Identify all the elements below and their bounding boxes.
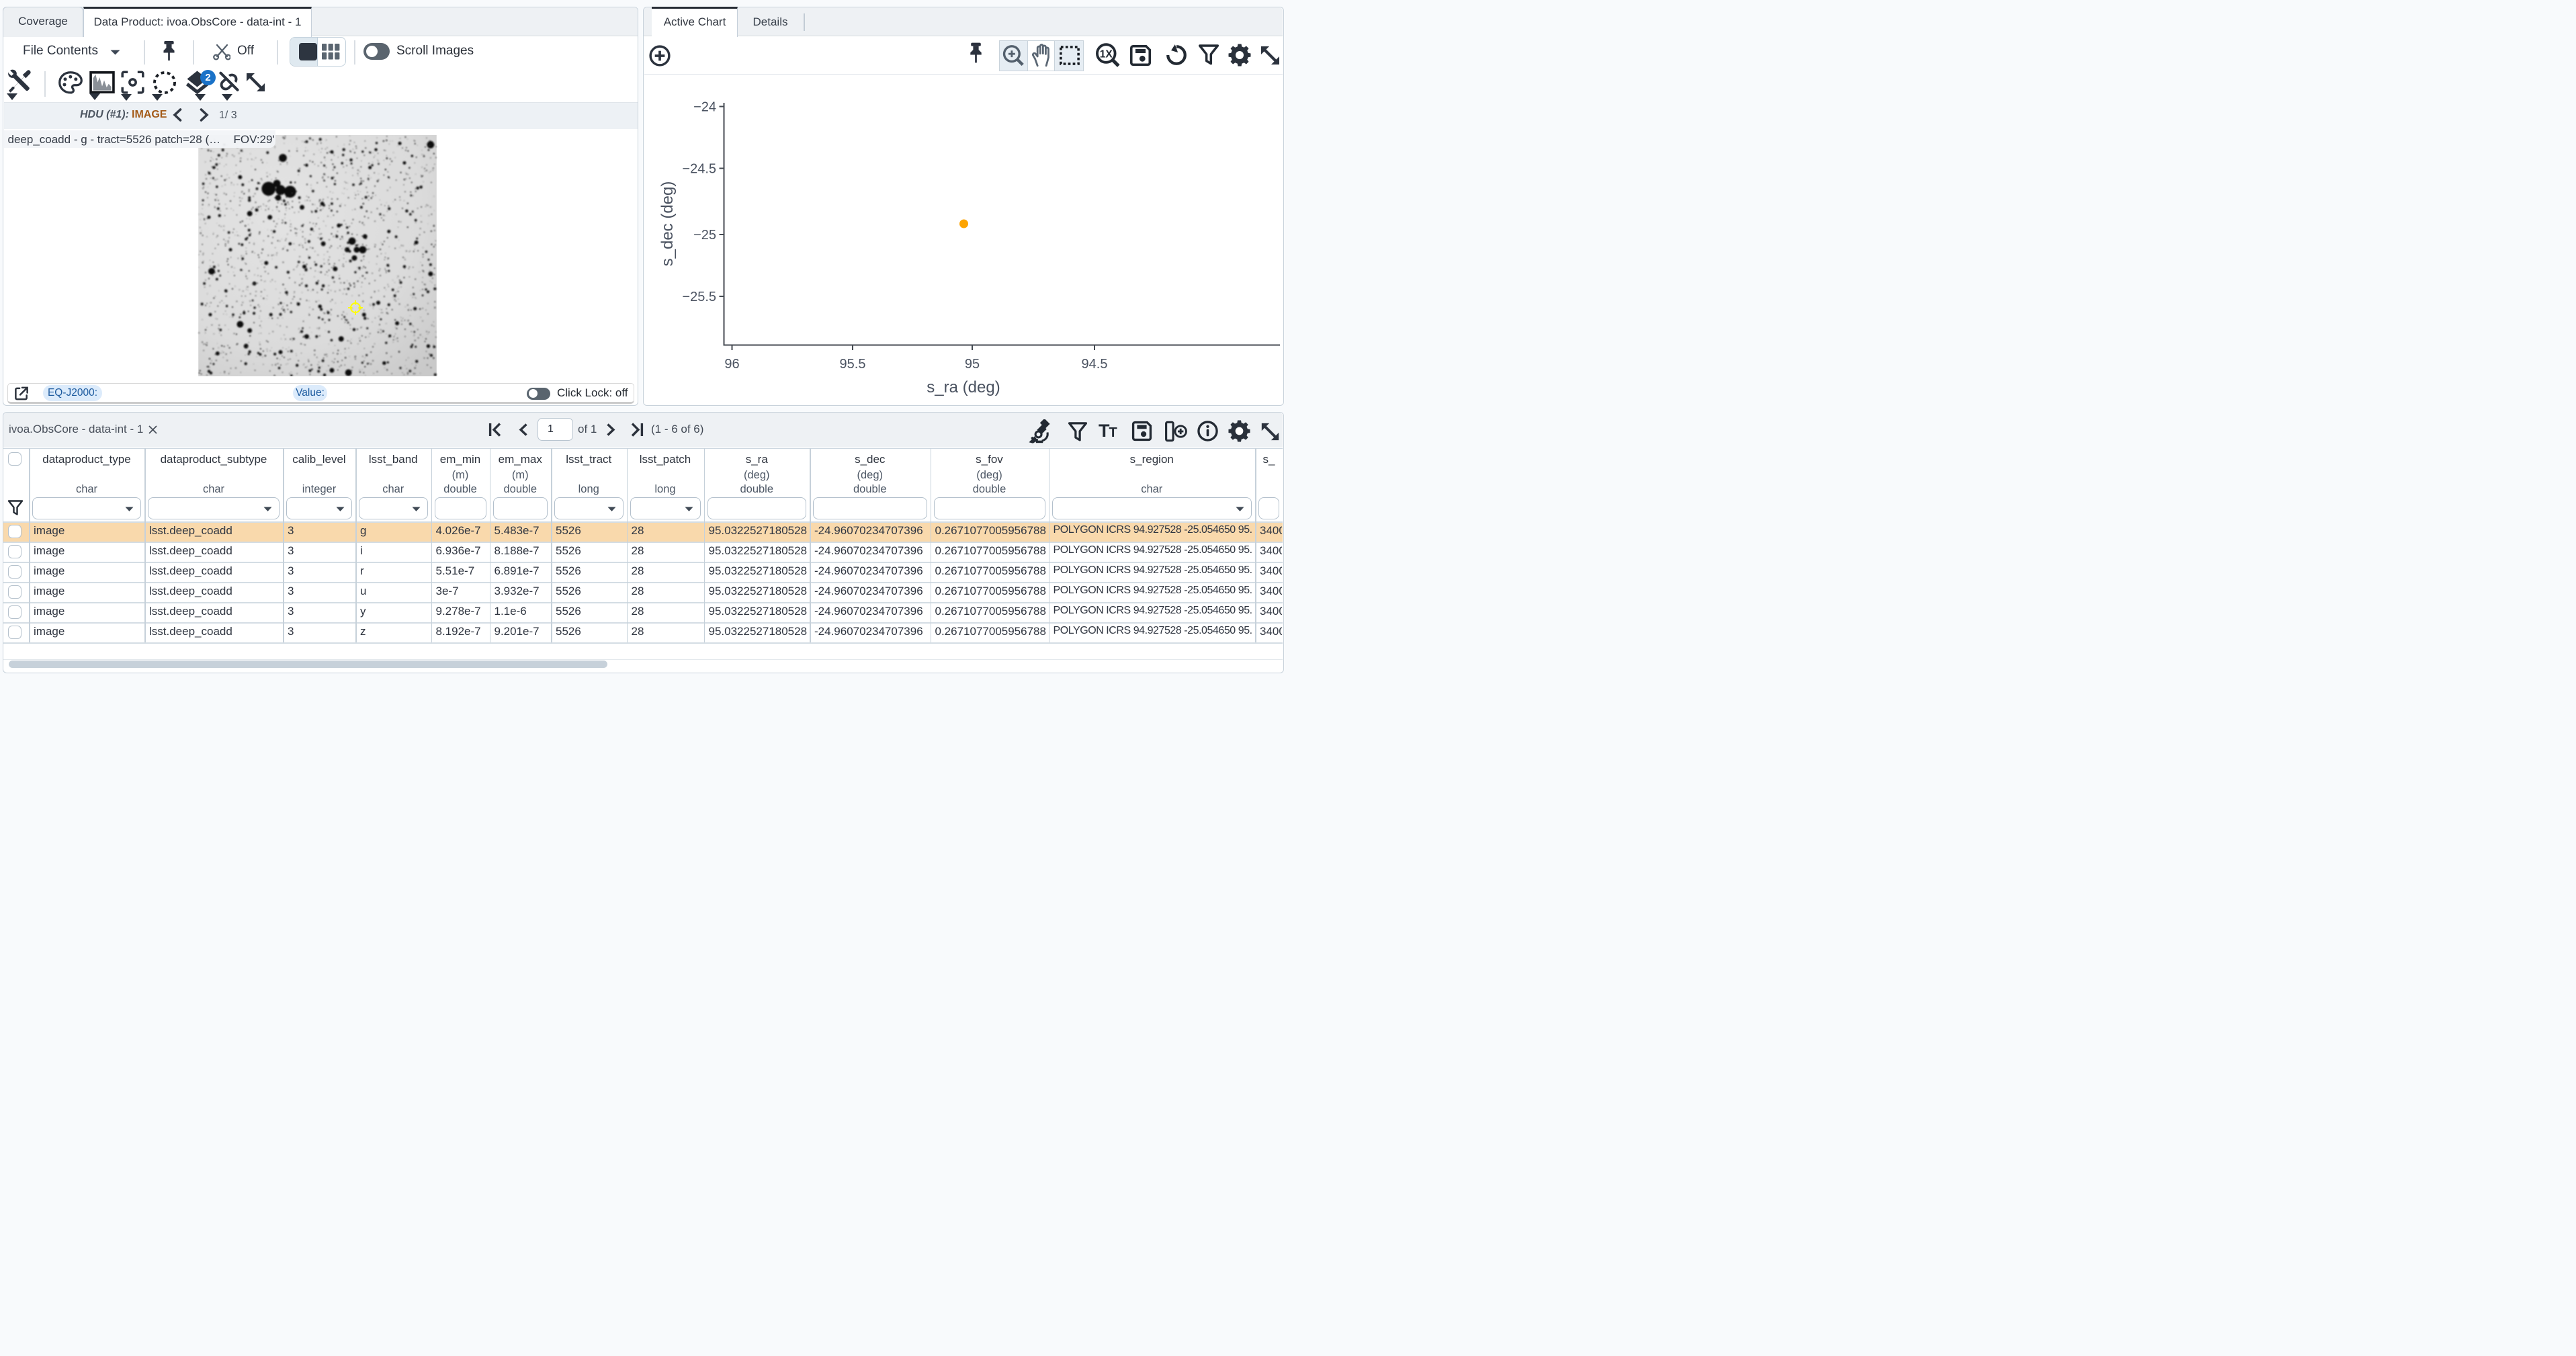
svg-text:−25.5: −25.5 xyxy=(682,290,716,304)
svg-text:s_ra (deg): s_ra (deg) xyxy=(927,378,1000,396)
svg-text:−24: −24 xyxy=(693,100,716,115)
svg-text:94.5: 94.5 xyxy=(1081,357,1107,372)
svg-text:−25: −25 xyxy=(693,228,716,243)
svg-text:s_dec (deg): s_dec (deg) xyxy=(658,181,677,267)
svg-text:95.5: 95.5 xyxy=(839,357,865,372)
svg-text:−24.5: −24.5 xyxy=(682,162,716,177)
svg-text:1X: 1X xyxy=(1100,48,1113,60)
svg-text:95: 95 xyxy=(964,357,979,372)
svg-text:96: 96 xyxy=(724,357,739,372)
